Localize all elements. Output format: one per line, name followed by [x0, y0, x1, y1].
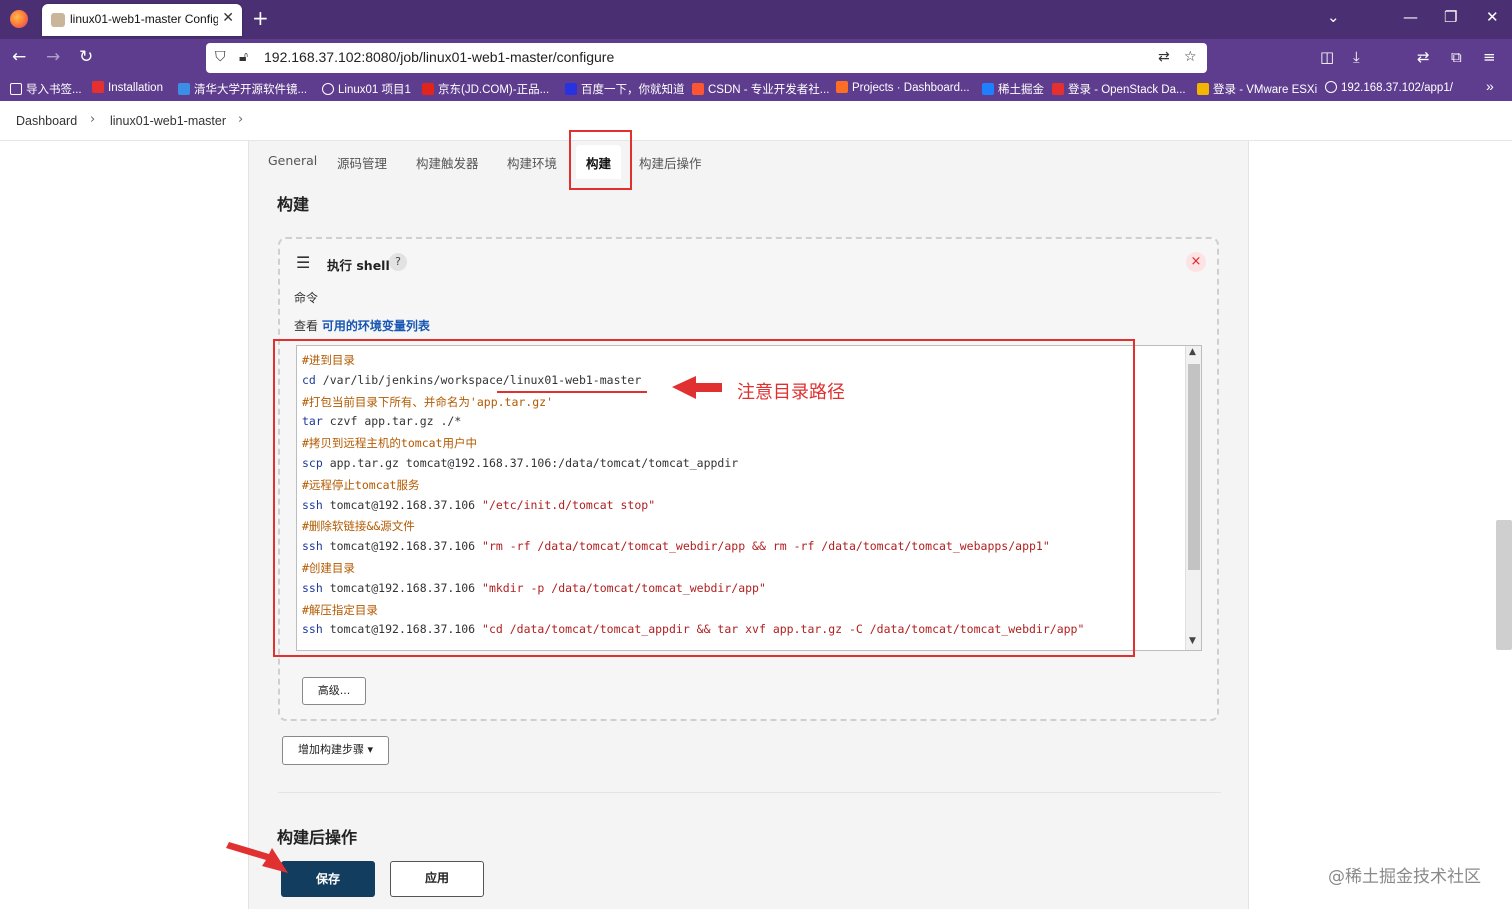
juejin-icon — [982, 83, 994, 95]
bookmarks-bar: 导入书签... Installation 清华大学开源软件镜... Linux0… — [0, 77, 1512, 101]
browser-navbar: ← → ↻ ⛉ 🔓︎ 192.168.37.102:8080/job/linux… — [0, 39, 1512, 77]
highlight-box-code — [273, 339, 1135, 657]
left-gutter — [0, 141, 249, 909]
bookmark-item[interactable]: Linux01 项目1 — [322, 81, 411, 97]
breadcrumb: Dashboard › linux01-web1-master › — [0, 101, 1512, 141]
bookmark-item[interactable]: Projects · Dashboard... — [836, 81, 970, 94]
section-title-post-build: 构建后操作 — [277, 828, 358, 847]
download-icon[interactable]: ⤓ — [1353, 48, 1360, 66]
globe-icon — [322, 83, 334, 95]
bookmark-item[interactable]: 京东(JD.COM)-正品... — [422, 81, 549, 97]
jd-icon — [422, 83, 434, 95]
bookmark-item[interactable]: 百度一下，你就知道 — [565, 81, 685, 97]
browser-tab[interactable]: linux01-web1-master Config ✕ — [42, 4, 242, 36]
baidu-icon — [565, 83, 577, 95]
bookmark-item[interactable]: 清华大学开源软件镜... — [178, 81, 307, 97]
breadcrumb-job[interactable]: linux01-web1-master — [110, 114, 226, 128]
openstack-icon — [1052, 83, 1064, 95]
textarea-scrollbar[interactable]: ▲ ▼ — [1185, 346, 1201, 650]
apply-button[interactable]: 应用 — [390, 861, 484, 897]
zabbix-icon — [92, 81, 104, 93]
globe-icon — [1325, 81, 1337, 93]
bookmarks-overflow-icon[interactable]: » — [1486, 78, 1494, 94]
delete-step-icon[interactable]: × — [1186, 252, 1206, 272]
scroll-thumb[interactable] — [1188, 364, 1200, 570]
vmware-icon — [1197, 83, 1209, 95]
annotation-text: 注意目录路径 — [737, 382, 845, 403]
tab-close-icon[interactable]: ✕ — [222, 10, 234, 26]
chevron-right-icon[interactable]: › — [238, 112, 243, 127]
scroll-up-icon[interactable]: ▲ — [1189, 347, 1196, 357]
translate-toolbar-icon[interactable]: ⇄ — [1417, 48, 1430, 66]
bookmark-star-icon[interactable]: ☆ — [1184, 49, 1197, 65]
jenkins-favicon-icon — [51, 13, 65, 27]
bookmark-item[interactable]: 导入书签... — [10, 81, 82, 97]
tab-list-chevron-icon[interactable]: ⌄ — [1327, 8, 1340, 26]
pocket-icon[interactable]: ◫ — [1320, 48, 1334, 66]
bookmark-item[interactable]: 稀土掘金 — [982, 81, 1044, 97]
extensions-icon[interactable]: ⧉ — [1451, 48, 1462, 66]
env-prefix: 查看 — [294, 319, 322, 333]
page-scrollbar[interactable] — [1496, 520, 1512, 650]
save-button[interactable]: 保存 — [281, 861, 375, 897]
scroll-down-icon[interactable]: ▼ — [1189, 636, 1196, 646]
section-divider — [278, 792, 1221, 793]
forward-icon[interactable]: → — [46, 47, 60, 67]
right-gutter — [1248, 141, 1512, 909]
env-vars-link[interactable]: 可用的环境变量列表 — [322, 319, 430, 333]
url-text[interactable]: 192.168.37.102:8080/job/linux01-web1-mas… — [264, 49, 614, 65]
help-icon[interactable]: ? — [389, 253, 407, 271]
browser-tabstrip: linux01-web1-master Config ✕ + ⌄ — ❐ ✕ — [0, 0, 1512, 39]
address-bar[interactable]: ⛉ 🔓︎ 192.168.37.102:8080/job/linux01-web… — [206, 43, 1207, 73]
advanced-button[interactable]: 高级... — [302, 677, 366, 705]
gitlab-icon — [836, 81, 848, 93]
bookmark-item[interactable]: Installation — [92, 81, 163, 94]
highlight-box-tab — [569, 130, 632, 190]
reload-icon[interactable]: ↻ — [79, 47, 93, 67]
import-icon — [10, 83, 22, 95]
csdn-icon — [692, 83, 704, 95]
add-build-step-button[interactable]: 增加构建步骤 ▾ — [282, 736, 389, 765]
watermark: @稀土掘金技术社区 — [1328, 867, 1481, 887]
back-icon[interactable]: ← — [12, 47, 26, 67]
step-title: 执行 shell — [327, 258, 390, 273]
shield-icon[interactable]: ⛉ — [215, 49, 226, 65]
command-label: 命令 — [294, 291, 319, 305]
bookmark-item[interactable]: 登录 - VMware ESXi — [1197, 81, 1317, 97]
bookmark-item[interactable]: 192.168.37.102/app1/ — [1325, 81, 1453, 94]
tab-post-build[interactable]: 构建后操作 — [639, 153, 702, 172]
restore-icon[interactable]: ❐ — [1444, 8, 1457, 26]
config-tabs: General 源码管理 构建触发器 构建环境 构建 构建后操作 — [249, 141, 1248, 181]
lock-icon[interactable]: 🔓︎ — [239, 49, 248, 65]
tab-general[interactable]: General — [268, 153, 317, 168]
section-title-build: 构建 — [277, 195, 310, 214]
firefox-logo-icon — [10, 10, 28, 28]
tab-build-env[interactable]: 构建环境 — [507, 153, 557, 172]
window-close-icon[interactable]: ✕ — [1486, 8, 1499, 26]
config-main: General 源码管理 构建触发器 构建环境 构建 构建后操作 构建 ☰ 执行… — [249, 130, 1248, 909]
bookmark-item[interactable]: 登录 - OpenStack Da... — [1052, 81, 1186, 97]
minimize-icon[interactable]: — — [1403, 8, 1418, 26]
breadcrumb-dashboard[interactable]: Dashboard — [16, 114, 77, 128]
translate-icon[interactable]: ⇄ — [1158, 49, 1170, 65]
menu-icon[interactable]: ≡ — [1483, 48, 1496, 66]
new-tab-icon[interactable]: + — [252, 6, 269, 30]
bookmark-item[interactable]: CSDN - 专业开发者社... — [692, 81, 829, 97]
chevron-right-icon: › — [90, 112, 96, 127]
drag-handle-icon[interactable]: ☰ — [296, 253, 310, 272]
tab-scm[interactable]: 源码管理 — [337, 153, 387, 172]
tab-triggers[interactable]: 构建触发器 — [416, 153, 479, 172]
tab-title: linux01-web1-master Config — [70, 12, 218, 26]
env-vars-hint: 查看 可用的环境变量列表 — [294, 317, 430, 334]
tsinghua-icon — [178, 83, 190, 95]
